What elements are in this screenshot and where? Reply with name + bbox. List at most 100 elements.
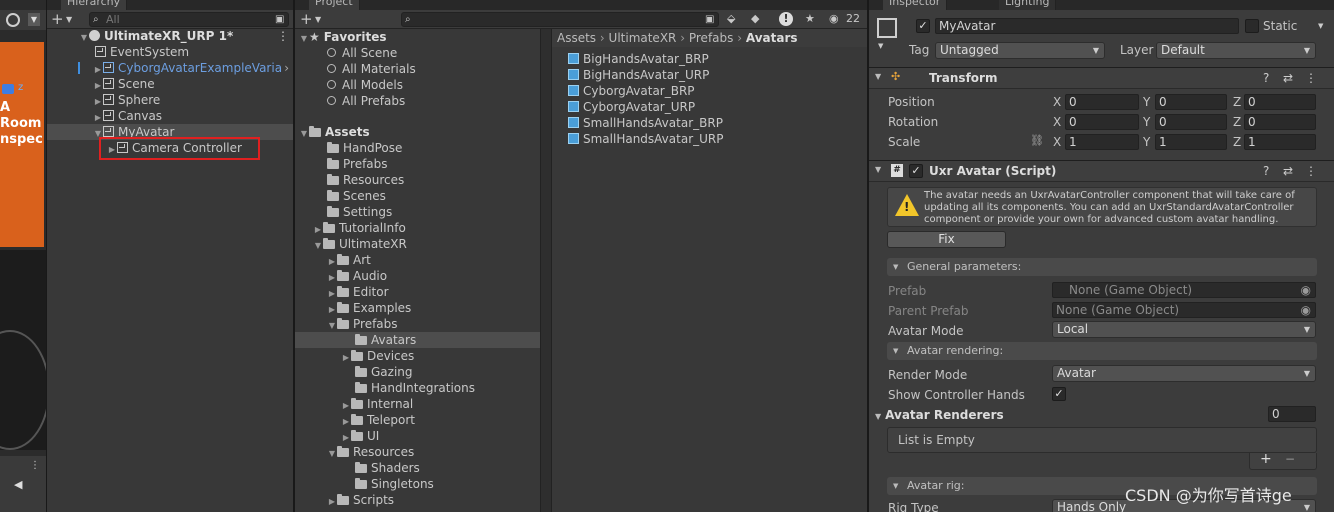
component-header[interactable]: ▼ # ✓ Uxr Avatar (Script) ? ⇄ ⋮ [869,160,1334,182]
folder-item[interactable]: HandPose [327,140,402,156]
favorite-item[interactable]: All Materials [327,61,416,77]
chevron-right-icon[interactable]: › [284,60,289,76]
add-icon[interactable]: + [51,12,64,27]
favorite-star-icon[interactable]: ★ [805,12,815,26]
object-picker-icon[interactable]: ◉ [1301,283,1311,297]
expand-icon[interactable]: ▼ [79,30,89,46]
file-item[interactable]: SmallHandsAvatar_BRP [568,115,723,131]
breadcrumb-item[interactable]: Assets [557,31,596,45]
file-item[interactable]: CyborgAvatar_BRP [568,83,695,99]
folder-item[interactable]: ▶ TutorialInfo [313,220,406,236]
folder-item[interactable]: Prefabs [327,156,388,172]
expand-icon[interactable]: ▼ [327,446,337,462]
scale-z-field[interactable]: 1 [1244,134,1316,150]
breadcrumb-item[interactable]: Prefabs [689,31,734,45]
scene-view[interactable]: ▼ A Room nspec z ⋮ ◀ [0,0,46,512]
hidden-packages-icon[interactable]: ◉ [829,12,839,26]
show-controller-hands-checkbox[interactable]: ✓ [1052,387,1066,401]
folder-item[interactable]: Singletons [355,476,434,492]
chevron-down-icon[interactable]: ▼ [66,13,72,27]
folder-item[interactable]: ▶ Examples [327,300,411,316]
folder-item[interactable]: Scenes [327,188,386,204]
hierarchy-item[interactable]: ▶ Sphere [93,92,160,108]
expand-icon[interactable]: ▼ [875,72,881,81]
expand-icon[interactable]: ▼ [299,126,309,142]
expand-icon[interactable]: ▶ [327,494,337,510]
parent-prefab-field[interactable]: None (Game Object) ◉ [1052,302,1316,318]
link-icon[interactable]: ⛓ [1030,134,1044,147]
preset-icon[interactable]: ⇄ [1283,71,1293,85]
breadcrumb-current[interactable]: Avatars [746,31,798,45]
layer-dropdown[interactable]: Default [1156,42,1316,59]
expand-icon[interactable]: ▼ [875,165,881,174]
assets-header[interactable]: ▼ Assets [299,124,370,140]
expand-icon[interactable]: ▶ [341,350,351,366]
folder-item[interactable]: ▶ Internal [341,396,413,412]
favorite-item[interactable]: All Prefabs [327,93,405,109]
file-item[interactable]: SmallHandsAvatar_URP [568,131,724,147]
folder-item-selected[interactable]: Avatars [295,332,540,348]
hierarchy-item[interactable]: ▶ CyborgAvatarExampleVaria › [93,60,293,76]
folder-item[interactable]: Shaders [355,460,420,476]
filter-type-icon[interactable]: ⬙ [727,12,735,26]
chevron-down-icon[interactable]: ▼ [315,13,321,27]
file-item[interactable]: CyborgAvatar_URP [568,99,695,115]
hierarchy-item[interactable]: ▶ Scene [93,76,155,92]
favorite-item[interactable]: All Models [327,77,403,93]
render-mode-dropdown[interactable]: Avatar [1052,365,1316,382]
folder-item[interactable]: ▼ UltimateXR [313,236,407,252]
active-checkbox[interactable]: ✓ [916,19,930,33]
filter-label-icon[interactable]: ◆ [751,12,759,26]
help-icon[interactable]: ? [1263,164,1269,178]
hierarchy-item[interactable]: ▶ Canvas [93,108,162,124]
object-picker-icon[interactable]: ◉ [1301,303,1311,317]
more-icon[interactable]: ⋮ [277,28,289,44]
static-dropdown-icon[interactable]: ▼ [1318,22,1323,30]
more-icon[interactable]: ⋮ [1305,71,1317,85]
position-y-field[interactable]: 0 [1155,94,1227,110]
avatar-mode-dropdown[interactable]: Local [1052,321,1316,338]
expand-icon[interactable]: ▼ [313,238,323,254]
file-item[interactable]: BigHandsAvatar_URP [568,67,709,83]
expand-icon[interactable]: ▼ [875,412,881,421]
expand-icon[interactable]: ▼ [299,31,309,47]
add-item-icon[interactable]: + [1260,451,1272,467]
folder-item[interactable]: ▶ UI [341,428,379,444]
folder-item[interactable]: ▶ Art [327,252,371,268]
search-options-icon[interactable]: ▣ [275,13,284,27]
help-icon[interactable]: ? [1263,71,1269,85]
search-options-icon[interactable]: ▣ [705,13,714,27]
tab-hierarchy[interactable]: Hierarchy [61,0,128,10]
tag-dropdown[interactable]: Untagged [935,42,1105,59]
remove-item-icon[interactable]: − [1285,452,1295,466]
add-icon[interactable]: + [300,12,313,27]
audio-icon[interactable]: ◀ [14,478,22,491]
tab-project[interactable]: Project [309,0,360,10]
static-checkbox[interactable] [1245,19,1259,33]
folder-item[interactable]: Gazing [355,364,413,380]
favorite-item[interactable]: All Scene [327,45,397,61]
more-icon[interactable]: ⋮ [1305,164,1317,178]
preset-icon[interactable]: ⇄ [1283,164,1293,178]
hierarchy-item[interactable]: EventSystem [95,44,189,60]
scale-x-field[interactable]: 1 [1065,134,1139,150]
renderers-count-field[interactable]: 0 [1268,406,1316,422]
folder-item[interactable]: HandIntegrations [355,380,475,396]
general-parameters-foldout[interactable]: General parameters: [887,258,1317,276]
scene-gizmo-icon[interactable] [6,13,20,27]
warning-filter-icon[interactable]: ! [779,12,793,26]
scale-y-field[interactable]: 1 [1155,134,1227,150]
favorites-header[interactable]: ▼ ★ Favorites [299,29,387,47]
tab-lighting[interactable]: Lighting [999,0,1057,10]
folder-item[interactable]: ▼ Resources [327,444,414,460]
position-x-field[interactable]: 0 [1065,94,1139,110]
transform-header[interactable]: ▼ ✣ Transform ? ⇄ ⋮ [869,67,1334,89]
hierarchy-search-input[interactable]: All [89,12,289,27]
scene-dropdown-icon[interactable]: ▼ [28,13,40,26]
folder-item[interactable]: ▼ Prefabs [327,316,398,332]
fix-button[interactable]: Fix [887,231,1006,248]
game-menu-icon[interactable]: ⋮ [30,460,40,471]
component-enabled-checkbox[interactable]: ✓ [909,164,923,178]
folder-item[interactable]: ▶ Devices [341,348,414,364]
project-search-input[interactable] [401,12,719,27]
